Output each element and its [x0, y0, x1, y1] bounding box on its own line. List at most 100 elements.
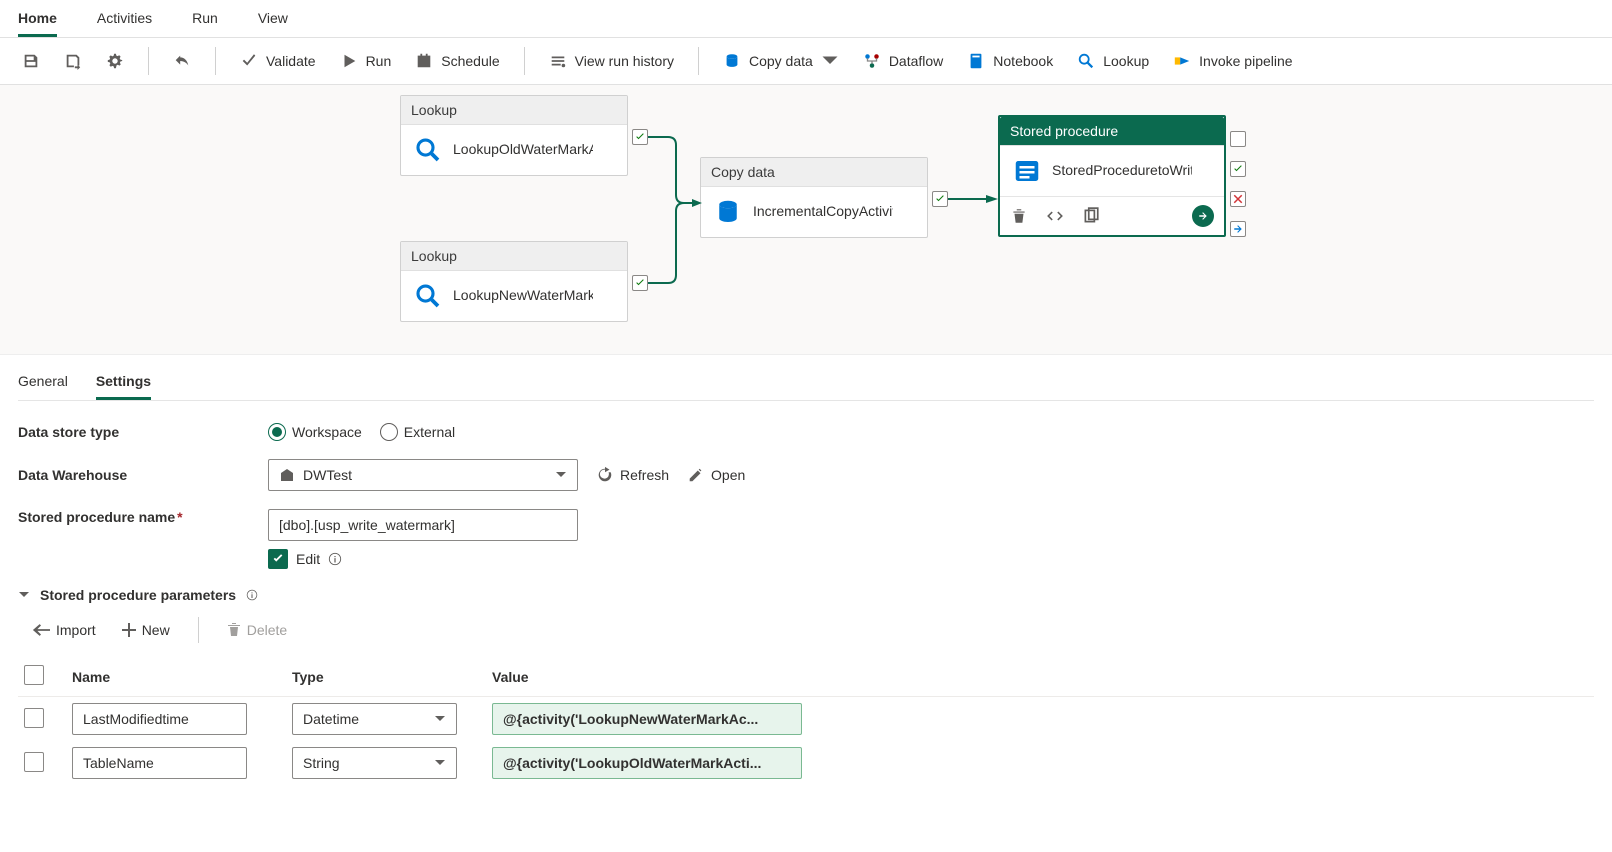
history-icon	[549, 52, 567, 70]
col-value: Value	[486, 657, 1594, 697]
params-table: Name Type Value LastModifiedtime Datetim…	[18, 657, 1594, 785]
code-icon[interactable]	[1046, 207, 1064, 225]
label-sproc-name: Stored procedure name*	[18, 509, 268, 525]
input-param-name[interactable]: TableName	[72, 747, 247, 779]
play-icon	[340, 52, 358, 70]
node-copy-data[interactable]: Copy data IncrementalCopyActivity	[700, 157, 928, 238]
dataflow-icon	[863, 52, 881, 70]
node-status-skip[interactable]	[1230, 221, 1246, 237]
dataflow-label: Dataflow	[889, 53, 943, 69]
panel-tabs: General Settings	[18, 365, 1594, 401]
checkbox-edit[interactable]	[268, 549, 288, 569]
refresh-button[interactable]: Refresh	[596, 466, 669, 484]
info-icon[interactable]	[328, 552, 342, 566]
node-status-check[interactable]	[632, 275, 648, 291]
menu-item-view[interactable]: View	[258, 10, 288, 37]
go-button[interactable]	[1192, 205, 1214, 227]
chevron-down-icon	[434, 713, 446, 725]
view-run-history-button[interactable]: View run history	[541, 46, 682, 76]
chevron-down-icon	[555, 469, 567, 481]
lookup-button[interactable]: Lookup	[1069, 46, 1157, 76]
delete-button[interactable]: Delete	[227, 622, 287, 638]
refresh-icon	[596, 466, 614, 484]
invoke-pipeline-button[interactable]: Invoke pipeline	[1165, 46, 1300, 76]
row-data-store-type: Data store type Workspace External	[18, 423, 1594, 441]
checkbox-row[interactable]	[24, 708, 44, 728]
menu-item-activities[interactable]: Activities	[97, 10, 152, 37]
undo-icon	[173, 52, 191, 70]
info-icon[interactable]	[246, 589, 258, 601]
node-status-check[interactable]	[632, 129, 648, 145]
separator	[215, 47, 216, 75]
checkbox-select-all[interactable]	[24, 665, 44, 685]
gear-icon	[106, 52, 124, 70]
radio-workspace[interactable]: Workspace	[268, 423, 362, 441]
connector	[648, 135, 702, 285]
undo-button[interactable]	[165, 46, 199, 76]
notebook-icon	[967, 52, 985, 70]
new-label: New	[142, 622, 170, 638]
stored-procedure-icon	[1012, 156, 1042, 186]
node-title: StoredProceduretoWriteWatermarkA...	[1052, 162, 1192, 180]
checkbox-row[interactable]	[24, 752, 44, 772]
select-param-type[interactable]: Datetime	[292, 703, 457, 735]
search-icon	[413, 281, 443, 311]
node-header: Lookup	[401, 242, 627, 271]
input-param-value[interactable]: @{activity('LookupNewWaterMarkAc...	[492, 703, 802, 735]
section-sproc-params[interactable]: Stored procedure parameters	[18, 587, 1594, 603]
save-button[interactable]	[14, 46, 48, 76]
dataflow-button[interactable]: Dataflow	[855, 46, 951, 76]
checkbox-edit-label: Edit	[296, 551, 320, 567]
save-icon	[22, 52, 40, 70]
notebook-button[interactable]: Notebook	[959, 46, 1061, 76]
tab-settings[interactable]: Settings	[96, 365, 151, 400]
delete-label: Delete	[247, 622, 287, 638]
node-status-check[interactable]	[1230, 161, 1246, 177]
properties-panel: General Settings Data store type Workspa…	[0, 355, 1612, 815]
database-icon	[723, 52, 741, 70]
tab-general[interactable]: General	[18, 365, 68, 400]
node-stored-procedure[interactable]: Stored procedure StoredProceduretoWriteW…	[998, 115, 1226, 237]
row-data-warehouse: Data Warehouse DWTest Refresh Open	[18, 459, 1594, 491]
settings-button[interactable]	[98, 46, 132, 76]
new-button[interactable]: New	[122, 622, 170, 638]
select-param-type[interactable]: String	[292, 747, 457, 779]
delete-icon[interactable]	[1010, 207, 1028, 225]
open-button[interactable]: Open	[687, 466, 745, 484]
node-lookup-old[interactable]: Lookup LookupOldWaterMarkActivity	[400, 95, 628, 176]
import-button[interactable]: Import	[32, 622, 96, 638]
search-icon	[413, 135, 443, 165]
node-lookup-new[interactable]: Lookup LookupNewWaterMarkActivity	[400, 241, 628, 322]
copy-icon[interactable]	[1082, 207, 1100, 225]
menu-item-run[interactable]: Run	[192, 10, 218, 37]
separator	[698, 47, 699, 75]
separator	[198, 617, 199, 643]
input-param-value[interactable]: @{activity('LookupOldWaterMarkActi...	[492, 747, 802, 779]
node-header: Stored procedure	[1000, 117, 1224, 146]
validate-button[interactable]: Validate	[232, 46, 324, 76]
input-param-name[interactable]: LastModifiedtime	[72, 703, 247, 735]
radio-external-label: External	[404, 424, 455, 440]
edit-icon	[687, 466, 705, 484]
copy-data-button[interactable]: Copy data	[715, 46, 847, 76]
node-status-check[interactable]	[932, 191, 948, 207]
menu-item-home[interactable]: Home	[18, 10, 57, 37]
save-as-button[interactable]	[56, 46, 90, 76]
node-status-fail[interactable]	[1230, 191, 1246, 207]
radio-external[interactable]: External	[380, 423, 455, 441]
open-label: Open	[711, 467, 745, 483]
notebook-label: Notebook	[993, 53, 1053, 69]
schedule-button[interactable]: Schedule	[407, 46, 507, 76]
col-name: Name	[66, 657, 286, 697]
node-status-option[interactable]	[1230, 131, 1246, 147]
trash-icon	[227, 622, 241, 638]
node-toolbar	[1000, 196, 1224, 235]
separator	[524, 47, 525, 75]
select-data-warehouse-value: DWTest	[303, 467, 352, 483]
chevron-down-icon	[821, 52, 839, 70]
refresh-label: Refresh	[620, 467, 669, 483]
input-sproc-name[interactable]: [dbo].[usp_write_watermark]	[268, 509, 578, 541]
pipeline-canvas[interactable]: Lookup LookupOldWaterMarkActivity Lookup…	[0, 85, 1612, 355]
run-button[interactable]: Run	[332, 46, 400, 76]
select-data-warehouse[interactable]: DWTest	[268, 459, 578, 491]
